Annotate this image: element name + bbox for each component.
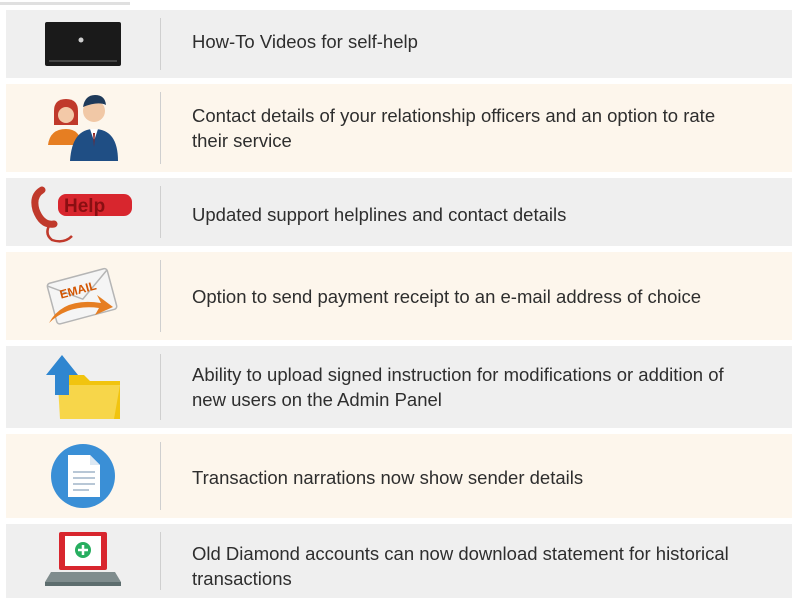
feature-text: Transaction narrations now show sender d… (192, 467, 584, 488)
feature-row-helplines: Help Updated support helplines and conta… (6, 178, 792, 246)
feature-row-statement: Old Diamond accounts can now download st… (6, 524, 792, 598)
row-divider (160, 532, 161, 590)
top-edge (0, 0, 140, 8)
row-divider (160, 354, 161, 420)
feature-row-upload: Ability to upload signed instruction for… (6, 346, 792, 428)
row-divider (160, 260, 161, 332)
feature-row-officers: Contact details of your relationship off… (6, 84, 792, 172)
row-divider (160, 442, 161, 510)
email-envelope-icon: EMAIL (6, 252, 160, 340)
relationship-officers-icon (6, 84, 160, 172)
feature-text: How-To Videos for self-help (192, 31, 418, 52)
help-telephone-icon: Help (6, 178, 160, 246)
feature-text: Old Diamond accounts can now download st… (192, 543, 729, 589)
feature-row-videos: How-To Videos for self-help (6, 10, 792, 78)
row-divider (160, 186, 161, 238)
document-icon (6, 434, 160, 518)
feature-text: Updated support helplines and contact de… (192, 204, 567, 225)
laptop-download-icon (6, 524, 160, 598)
row-divider (160, 18, 161, 70)
feature-text: Ability to upload signed instruction for… (192, 364, 724, 410)
feature-row-narrations: Transaction narrations now show sender d… (6, 434, 792, 518)
video-player-icon (6, 10, 160, 78)
feature-text: Contact details of your relationship off… (192, 105, 716, 151)
upload-folder-icon (6, 346, 160, 428)
row-divider (160, 92, 161, 164)
svg-text:Help: Help (64, 196, 105, 217)
feature-row-email: EMAIL Option to send payment receipt to … (6, 252, 792, 340)
feature-text: Option to send payment receipt to an e-m… (192, 286, 702, 307)
